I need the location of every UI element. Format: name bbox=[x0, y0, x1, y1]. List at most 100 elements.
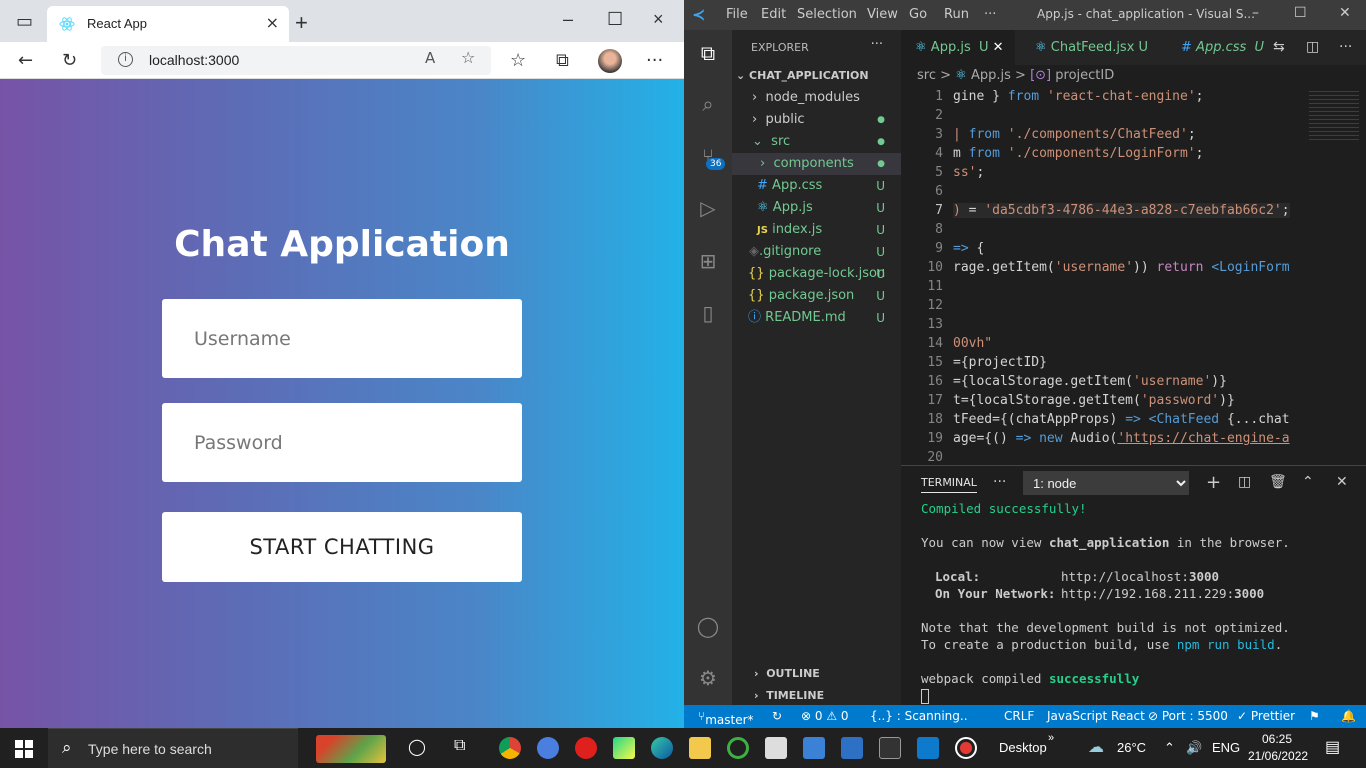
tree-item-package-lock[interactable]: {} package-lock.json U bbox=[732, 263, 901, 285]
weather-icon[interactable]: ☁ bbox=[1088, 737, 1104, 757]
maximize-icon[interactable]: ☐ bbox=[607, 9, 623, 30]
password-input[interactable] bbox=[162, 403, 522, 482]
close-tab-icon[interactable]: × bbox=[266, 13, 279, 32]
project-folder[interactable]: ⌄ CHAT_APPLICATION bbox=[736, 69, 869, 82]
terminal-select[interactable]: 1: node bbox=[1023, 471, 1189, 495]
menu-selection[interactable]: Selection bbox=[797, 7, 857, 22]
vscode-maximize-icon[interactable]: ☐ bbox=[1294, 5, 1307, 21]
downloads-icon[interactable] bbox=[765, 737, 787, 759]
prettier-status[interactable]: ✓ Prettier bbox=[1237, 709, 1295, 723]
split-editor-icon[interactable]: ◫ bbox=[1306, 39, 1319, 55]
split-terminal-icon[interactable]: ◫ bbox=[1238, 474, 1251, 490]
show-hidden-icons-icon[interactable]: ⌃ bbox=[1164, 740, 1175, 756]
url-text[interactable]: localhost:3000 bbox=[149, 52, 239, 68]
close-panel-icon[interactable]: ✕ bbox=[1336, 474, 1348, 490]
tree-item-index-js[interactable]: JS index.js U bbox=[732, 219, 901, 241]
add-favorite-icon[interactable]: ☆ bbox=[461, 48, 475, 67]
chrome-icon[interactable] bbox=[499, 737, 521, 759]
desktop-toolbar[interactable]: Desktop bbox=[999, 740, 1047, 755]
favorites-icon[interactable]: ☆ bbox=[510, 50, 526, 71]
explorer-icon[interactable]: ⧉ bbox=[696, 41, 720, 65]
code-editor[interactable]: 1 2 3 4 5 6 7 8 9 10 11 12 13 14 15 16 17 18 19 20 gine } f… bbox=[901, 87, 1301, 465]
explorer-more-icon[interactable]: ··· bbox=[871, 37, 883, 52]
terminal-app-icon[interactable] bbox=[879, 737, 901, 759]
back-icon[interactable]: ← bbox=[18, 50, 33, 71]
settings-gear-icon[interactable]: ⚙ bbox=[696, 666, 720, 690]
tree-item-package-json[interactable]: {} package.json U bbox=[732, 285, 901, 307]
close-window-icon[interactable]: × bbox=[653, 9, 664, 30]
media-player-icon[interactable] bbox=[841, 737, 863, 759]
pycharm-icon[interactable] bbox=[613, 737, 635, 759]
tree-item-public[interactable]: › public ● bbox=[732, 109, 901, 131]
tree-item-components[interactable]: › components ● bbox=[732, 153, 901, 175]
editor-more-icon[interactable]: ··· bbox=[1339, 39, 1352, 55]
collections-icon[interactable]: ⧉ bbox=[556, 50, 569, 71]
xbox-icon[interactable] bbox=[727, 737, 749, 759]
address-bar[interactable]: i localhost:3000 A ☆ bbox=[101, 46, 491, 75]
extensions-icon[interactable]: ⊞ bbox=[696, 249, 720, 273]
temperature[interactable]: 26°C bbox=[1117, 740, 1146, 755]
toolbar-expand-icon[interactable]: » bbox=[1048, 732, 1054, 744]
menu-more[interactable]: ··· bbox=[984, 7, 996, 22]
eol-status[interactable]: CRLF bbox=[1004, 709, 1034, 723]
new-terminal-icon[interactable]: + bbox=[1206, 472, 1221, 493]
search-icon[interactable]: ⌕ bbox=[696, 92, 720, 116]
photos-icon[interactable] bbox=[803, 737, 825, 759]
chromium-icon[interactable] bbox=[537, 737, 559, 759]
terminal-panel[interactable]: TERMINAL ··· 1: node + ◫ 🗑 ⌃ ✕ Compiled … bbox=[901, 465, 1366, 705]
kill-terminal-icon[interactable]: 🗑 bbox=[1269, 474, 1287, 490]
tab-app-js[interactable]: ⚛ App.js U ✕ bbox=[901, 30, 1015, 65]
problems-status[interactable]: ⊗ 0 ⚠ 0 bbox=[801, 709, 849, 723]
language-indicator[interactable]: ENG bbox=[1212, 740, 1240, 755]
menu-run[interactable]: Run bbox=[944, 7, 969, 22]
feedback-icon[interactable]: ⚑ bbox=[1309, 709, 1320, 723]
timeline-section[interactable]: › TIMELINE bbox=[732, 689, 901, 702]
tree-item-app-css[interactable]: # App.css U bbox=[732, 175, 901, 197]
breadcrumb[interactable]: src > ⚛ App.js > [⊙] projectID bbox=[901, 65, 1366, 87]
username-input[interactable] bbox=[162, 299, 522, 378]
tab-terminal[interactable]: TERMINAL bbox=[921, 476, 977, 493]
run-debug-icon[interactable]: ▷ bbox=[696, 196, 720, 220]
minimize-icon[interactable]: – bbox=[563, 9, 573, 30]
menu-view[interactable]: View bbox=[867, 7, 898, 22]
task-view-icon[interactable]: ⧉ bbox=[454, 737, 465, 755]
maximize-panel-icon[interactable]: ⌃ bbox=[1302, 474, 1314, 490]
opera-icon[interactable] bbox=[575, 737, 597, 759]
vscode-close-icon[interactable]: ✕ bbox=[1339, 5, 1351, 21]
taskbar-search[interactable]: ⌕ Type here to search bbox=[48, 728, 386, 768]
tree-item-app-js[interactable]: ⚛ App.js U bbox=[732, 197, 901, 219]
port-status[interactable]: ⊘ Port : 5500 bbox=[1148, 709, 1228, 723]
volume-icon[interactable]: 🔊 bbox=[1186, 740, 1202, 756]
file-explorer-icon[interactable] bbox=[689, 737, 711, 759]
tree-item-src[interactable]: ⌄ src ● bbox=[732, 131, 901, 153]
menu-file[interactable]: File bbox=[726, 7, 748, 22]
avatar[interactable] bbox=[598, 49, 622, 73]
clock-time[interactable]: 06:25 bbox=[1262, 732, 1292, 746]
sync-icon[interactable]: ↻ bbox=[772, 709, 782, 723]
branch-status[interactable]: ⑂ master* bbox=[698, 709, 754, 727]
read-aloud-icon[interactable]: A bbox=[425, 49, 435, 67]
info-icon[interactable]: i bbox=[118, 52, 133, 67]
remote-explorer-icon[interactable]: ▯ bbox=[696, 301, 720, 325]
browser-tab[interactable]: React App × bbox=[47, 6, 289, 42]
menu-go[interactable]: Go bbox=[909, 7, 927, 22]
edge-icon[interactable] bbox=[651, 737, 673, 759]
vscode-minimize-icon[interactable]: – bbox=[1252, 5, 1259, 21]
language-status[interactable]: JavaScript React bbox=[1047, 709, 1145, 723]
new-tab-icon[interactable]: + bbox=[295, 10, 308, 36]
compare-icon[interactable]: ⇆ bbox=[1273, 39, 1285, 55]
outline-section[interactable]: › OUTLINE bbox=[732, 667, 901, 680]
clock-date[interactable]: 21/06/2022 bbox=[1248, 749, 1308, 763]
minimap[interactable] bbox=[1301, 87, 1366, 465]
tree-item-readme[interactable]: ⓘ README.md U bbox=[732, 307, 901, 329]
refresh-icon[interactable]: ↻ bbox=[62, 50, 77, 71]
tree-item-gitignore[interactable]: ◈.gitignore U bbox=[732, 241, 901, 263]
cortana-icon[interactable]: ◯ bbox=[408, 737, 426, 757]
tab-app-css[interactable]: # App.css U bbox=[1167, 30, 1267, 65]
vscode-app-icon[interactable] bbox=[917, 737, 939, 759]
terminal-more-icon[interactable]: ··· bbox=[993, 474, 1006, 490]
windows-start-icon[interactable] bbox=[15, 740, 33, 758]
tab-chatfeed[interactable]: ⚛ ChatFeed.jsx U bbox=[1021, 30, 1161, 65]
account-icon[interactable]: ◯ bbox=[696, 614, 720, 638]
notification-center-icon[interactable]: ▤ bbox=[1325, 737, 1340, 757]
